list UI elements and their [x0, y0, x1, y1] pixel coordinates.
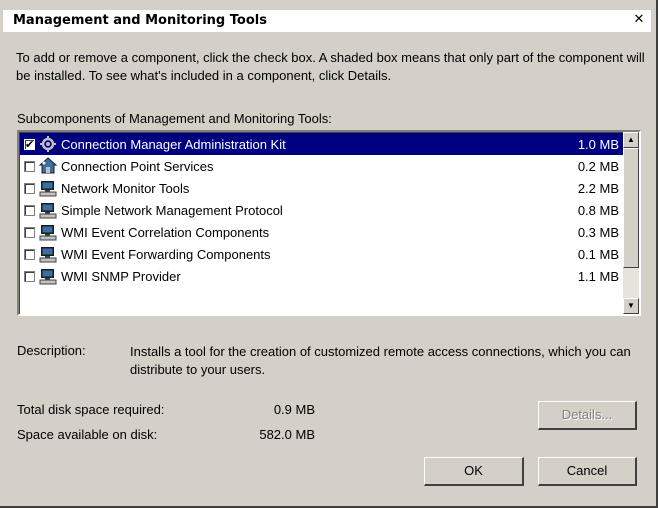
cancel-button[interactable]: Cancel — [538, 457, 637, 486]
total-disk-value: 0.9 MB — [273, 402, 315, 417]
scroll-thumb[interactable] — [623, 148, 639, 268]
scroll-down-icon[interactable]: ▼ — [623, 298, 639, 314]
component-row[interactable]: ✔ Connection Manager Administration Kit 1.… — [20, 133, 623, 155]
description-label: Description: — [17, 343, 86, 358]
cancel-button-label: Cancel — [566, 463, 608, 478]
computer-icon — [39, 267, 57, 285]
component-size: 1.1 MB — [577, 268, 619, 284]
component-name: Connection Manager Administration Kit — [61, 136, 286, 152]
component-row[interactable]: WMI Event Forwarding Components 0.1 MB — [20, 243, 623, 265]
component-checkbox[interactable] — [24, 270, 35, 282]
component-checkbox[interactable] — [24, 160, 35, 172]
details-button[interactable]: Details... — [538, 401, 637, 430]
management-monitoring-dialog: Management and Monitoring Tools ✕ To add… — [0, 0, 658, 508]
component-checkbox[interactable]: ✔ — [24, 138, 35, 150]
component-checkbox[interactable] — [24, 182, 35, 194]
component-row[interactable]: WMI SNMP Provider 1.1 MB — [20, 265, 623, 287]
computer-icon — [39, 245, 57, 263]
component-size: 2.2 MB — [577, 180, 619, 196]
list-scrollbar[interactable]: ▲ ▼ — [623, 132, 639, 314]
component-name: WMI Event Forwarding Components — [61, 246, 271, 262]
dialog-title: Management and Monitoring Tools — [13, 13, 267, 28]
close-icon[interactable]: ✕ — [631, 12, 647, 28]
component-checkbox[interactable] — [24, 248, 35, 260]
computer-icon — [39, 201, 57, 219]
component-name: Connection Point Services — [61, 158, 214, 174]
component-size: 0.1 MB — [577, 246, 619, 262]
component-name: Network Monitor Tools — [61, 180, 190, 196]
description-text: Installs a tool for the creation of cust… — [130, 344, 631, 377]
component-name: Simple Network Management Protocol — [61, 202, 283, 218]
component-size: 1.0 MB — [577, 136, 619, 152]
component-row[interactable]: WMI Event Correlation Components 0.3 MB — [20, 221, 623, 243]
intro-text: To add or remove a component, click the … — [16, 50, 645, 83]
component-row[interactable]: Network Monitor Tools 2.2 MB — [20, 177, 623, 199]
subcomponents-label: Subcomponents of Management and Monitori… — [17, 111, 332, 126]
component-size: 0.8 MB — [577, 202, 619, 218]
details-button-label: Details... — [561, 407, 613, 422]
total-disk-label: Total disk space required: — [17, 402, 165, 417]
component-row[interactable]: Simple Network Management Protocol 0.8 MB — [20, 199, 623, 221]
component-checkbox[interactable] — [24, 204, 35, 216]
cmak-icon — [39, 135, 57, 153]
component-size: 0.2 MB — [577, 158, 619, 174]
title-bar[interactable]: Management and Monitoring Tools ✕ — [3, 10, 651, 32]
house-network-icon — [38, 157, 58, 175]
ok-button-label: OK — [464, 463, 483, 478]
component-checkbox[interactable] — [24, 226, 35, 238]
component-size: 0.3 MB — [577, 224, 619, 240]
component-name: WMI Event Correlation Components — [61, 224, 270, 240]
available-disk-label: Space available on disk: — [17, 427, 158, 442]
available-disk-value: 582.0 MB — [259, 427, 315, 442]
ok-button[interactable]: OK — [424, 457, 524, 486]
scroll-up-icon[interactable]: ▲ — [623, 132, 639, 148]
computer-icon — [39, 223, 57, 241]
computer-icon — [39, 179, 57, 197]
subcomponents-list[interactable]: ✔ Connection Manager Administration Kit 1.… — [17, 130, 641, 316]
component-name: WMI SNMP Provider — [61, 268, 181, 284]
component-row[interactable]: Connection Point Services 0.2 MB — [20, 155, 623, 177]
